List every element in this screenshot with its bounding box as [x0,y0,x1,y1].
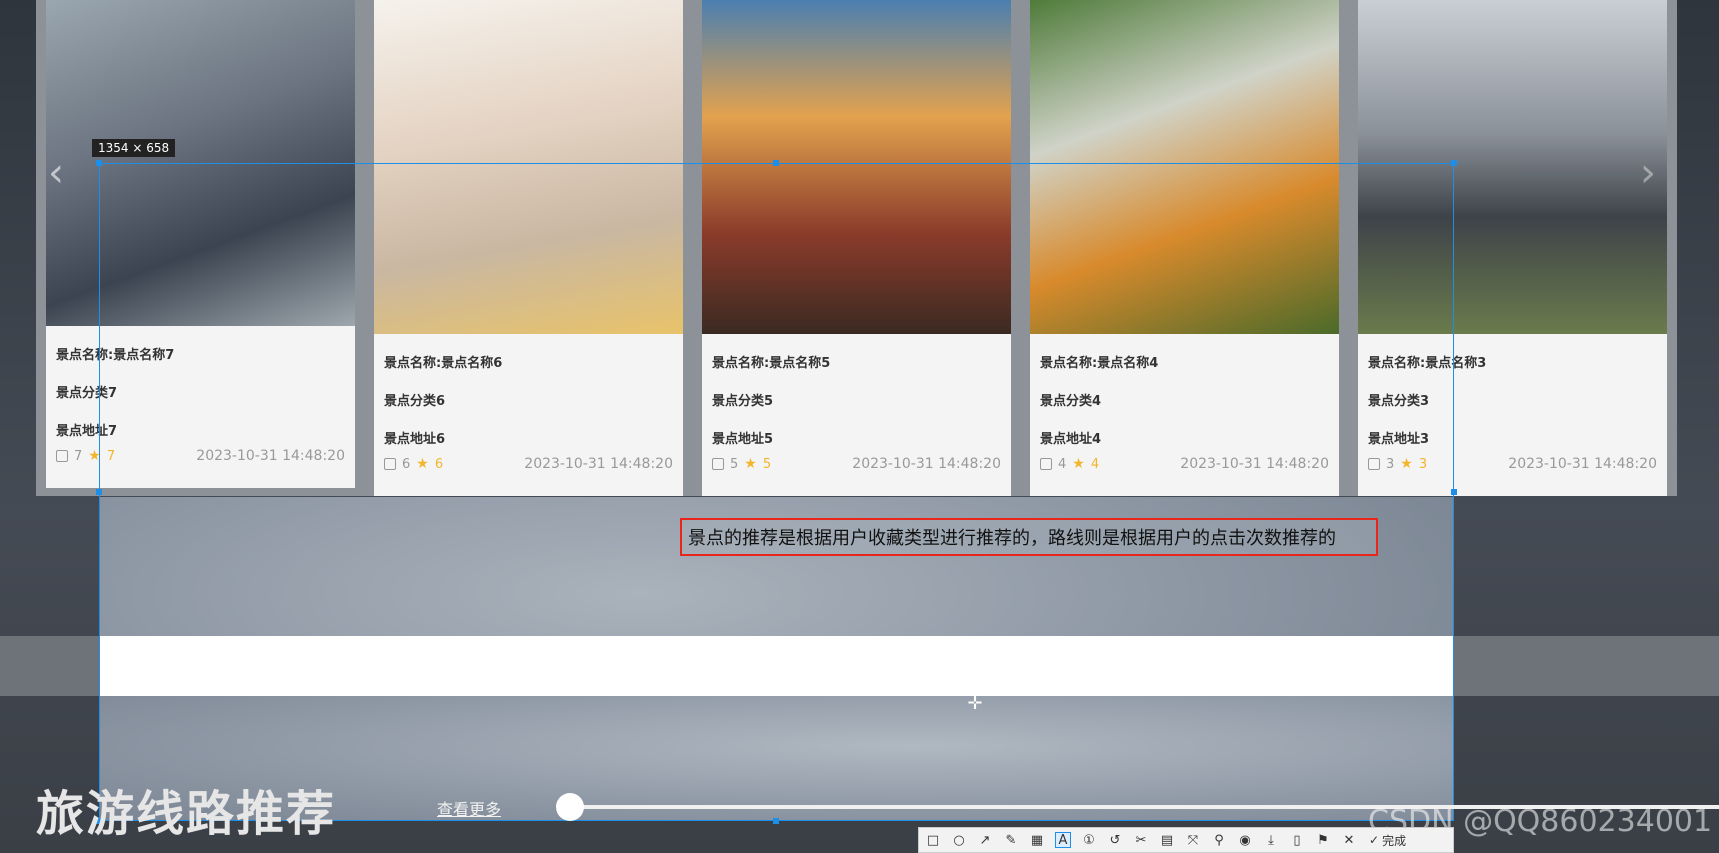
scroll-capture-icon[interactable]: ⤧ [1185,832,1201,848]
scissors-icon[interactable]: ✂ [1133,832,1149,848]
resize-handle-right[interactable] [1451,489,1457,495]
selection-content [100,164,1453,497]
close-icon[interactable]: ✕ [1341,832,1357,848]
mosaic-icon[interactable]: ▦ [1029,832,1045,848]
download-icon[interactable]: ⤓ [1263,832,1279,848]
resize-handle-left[interactable] [96,489,102,495]
selection-size-label: 1354 × 658 [92,139,176,157]
rectangle-icon[interactable]: □ [925,832,941,848]
like-count: 7 [74,448,83,464]
resize-handle-top-left[interactable] [96,160,102,166]
capture-selection[interactable] [99,163,1454,821]
like-icon[interactable] [56,450,68,462]
selection-white-band [100,636,1453,696]
done-button[interactable]: ✓ 完成 [1369,832,1406,849]
resize-handle-bottom[interactable] [773,818,779,824]
phone-icon[interactable]: ▯ [1289,832,1305,848]
number-marker-icon[interactable]: ① [1081,832,1097,848]
text-tool-icon[interactable]: A [1055,832,1071,848]
done-label: 完成 [1382,833,1407,848]
arrow-icon[interactable]: ↗ [977,832,993,848]
pin-icon[interactable]: ⚲ [1211,832,1227,848]
pen-icon[interactable]: ✎ [1003,832,1019,848]
slider-handle[interactable] [556,793,584,821]
undo-icon[interactable]: ↺ [1107,832,1123,848]
resize-handle-top[interactable] [773,160,779,166]
record-icon[interactable]: ◉ [1237,832,1253,848]
capture-toolbar: □ ○ ↗ ✎ ▦ A ① ↺ ✂ ▤ ⤧ ⚲ ◉ ⤓ ▯ ⚑ ✕ ✓ 完成 [918,827,1454,853]
carousel-prev-icon[interactable]: ‹ [48,150,64,196]
section-title: 旅游线路推荐 [36,786,337,842]
resize-handle-top-right[interactable] [1451,160,1457,166]
view-more-link[interactable]: 查看更多 [437,796,501,820]
annotation-text-box[interactable]: 景点的推荐是根据用户收藏类型进行推荐的，路线则是根据用户的点击次数推荐的 [680,518,1378,556]
carousel-next-icon[interactable]: › [1640,150,1656,196]
bookmark-icon[interactable]: ⚑ [1315,832,1331,848]
publish-date: 2023-10-31 14:48:20 [1508,456,1657,472]
move-cursor-icon: ✛ [967,693,983,714]
ocr-icon[interactable]: ▤ [1159,832,1175,848]
annotation-text: 景点的推荐是根据用户收藏类型进行推荐的，路线则是根据用户的点击次数推荐的 [688,528,1336,549]
check-icon: ✓ [1369,833,1380,847]
ellipse-icon[interactable]: ○ [951,832,967,848]
